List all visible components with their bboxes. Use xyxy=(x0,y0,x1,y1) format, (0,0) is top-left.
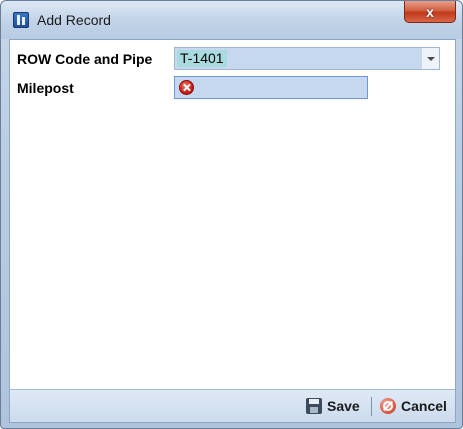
form-panel: ROW Code and Pipe T-1401 Milepost Save C… xyxy=(9,39,456,423)
chevron-down-icon[interactable] xyxy=(421,48,439,69)
dialog-footer: Save Cancel xyxy=(10,389,455,422)
window-title: Add Record xyxy=(37,12,111,28)
error-icon xyxy=(179,80,194,95)
save-label: Save xyxy=(327,398,360,414)
row-code-and-pipe-row: ROW Code and Pipe T-1401 xyxy=(10,47,455,71)
row-code-and-pipe-label: ROW Code and Pipe xyxy=(17,51,153,67)
title-bar[interactable]: Add Record x xyxy=(1,1,462,39)
cancel-icon xyxy=(380,398,396,414)
add-record-dialog: Add Record x ROW Code and Pipe T-1401 Mi… xyxy=(0,0,463,429)
milepost-input[interactable] xyxy=(174,76,368,99)
footer-divider xyxy=(371,397,372,416)
row-code-and-pipe-combo[interactable]: T-1401 xyxy=(174,47,440,70)
close-button[interactable]: x xyxy=(404,1,456,23)
close-icon: x xyxy=(426,3,434,20)
milepost-row: Milepost xyxy=(10,76,455,100)
cancel-button[interactable]: Cancel xyxy=(380,396,447,416)
save-button[interactable]: Save xyxy=(306,396,360,416)
app-icon xyxy=(13,12,29,28)
milepost-label: Milepost xyxy=(17,80,74,96)
row-code-and-pipe-value: T-1401 xyxy=(177,50,227,67)
save-icon xyxy=(306,398,322,414)
cancel-label: Cancel xyxy=(401,398,447,414)
